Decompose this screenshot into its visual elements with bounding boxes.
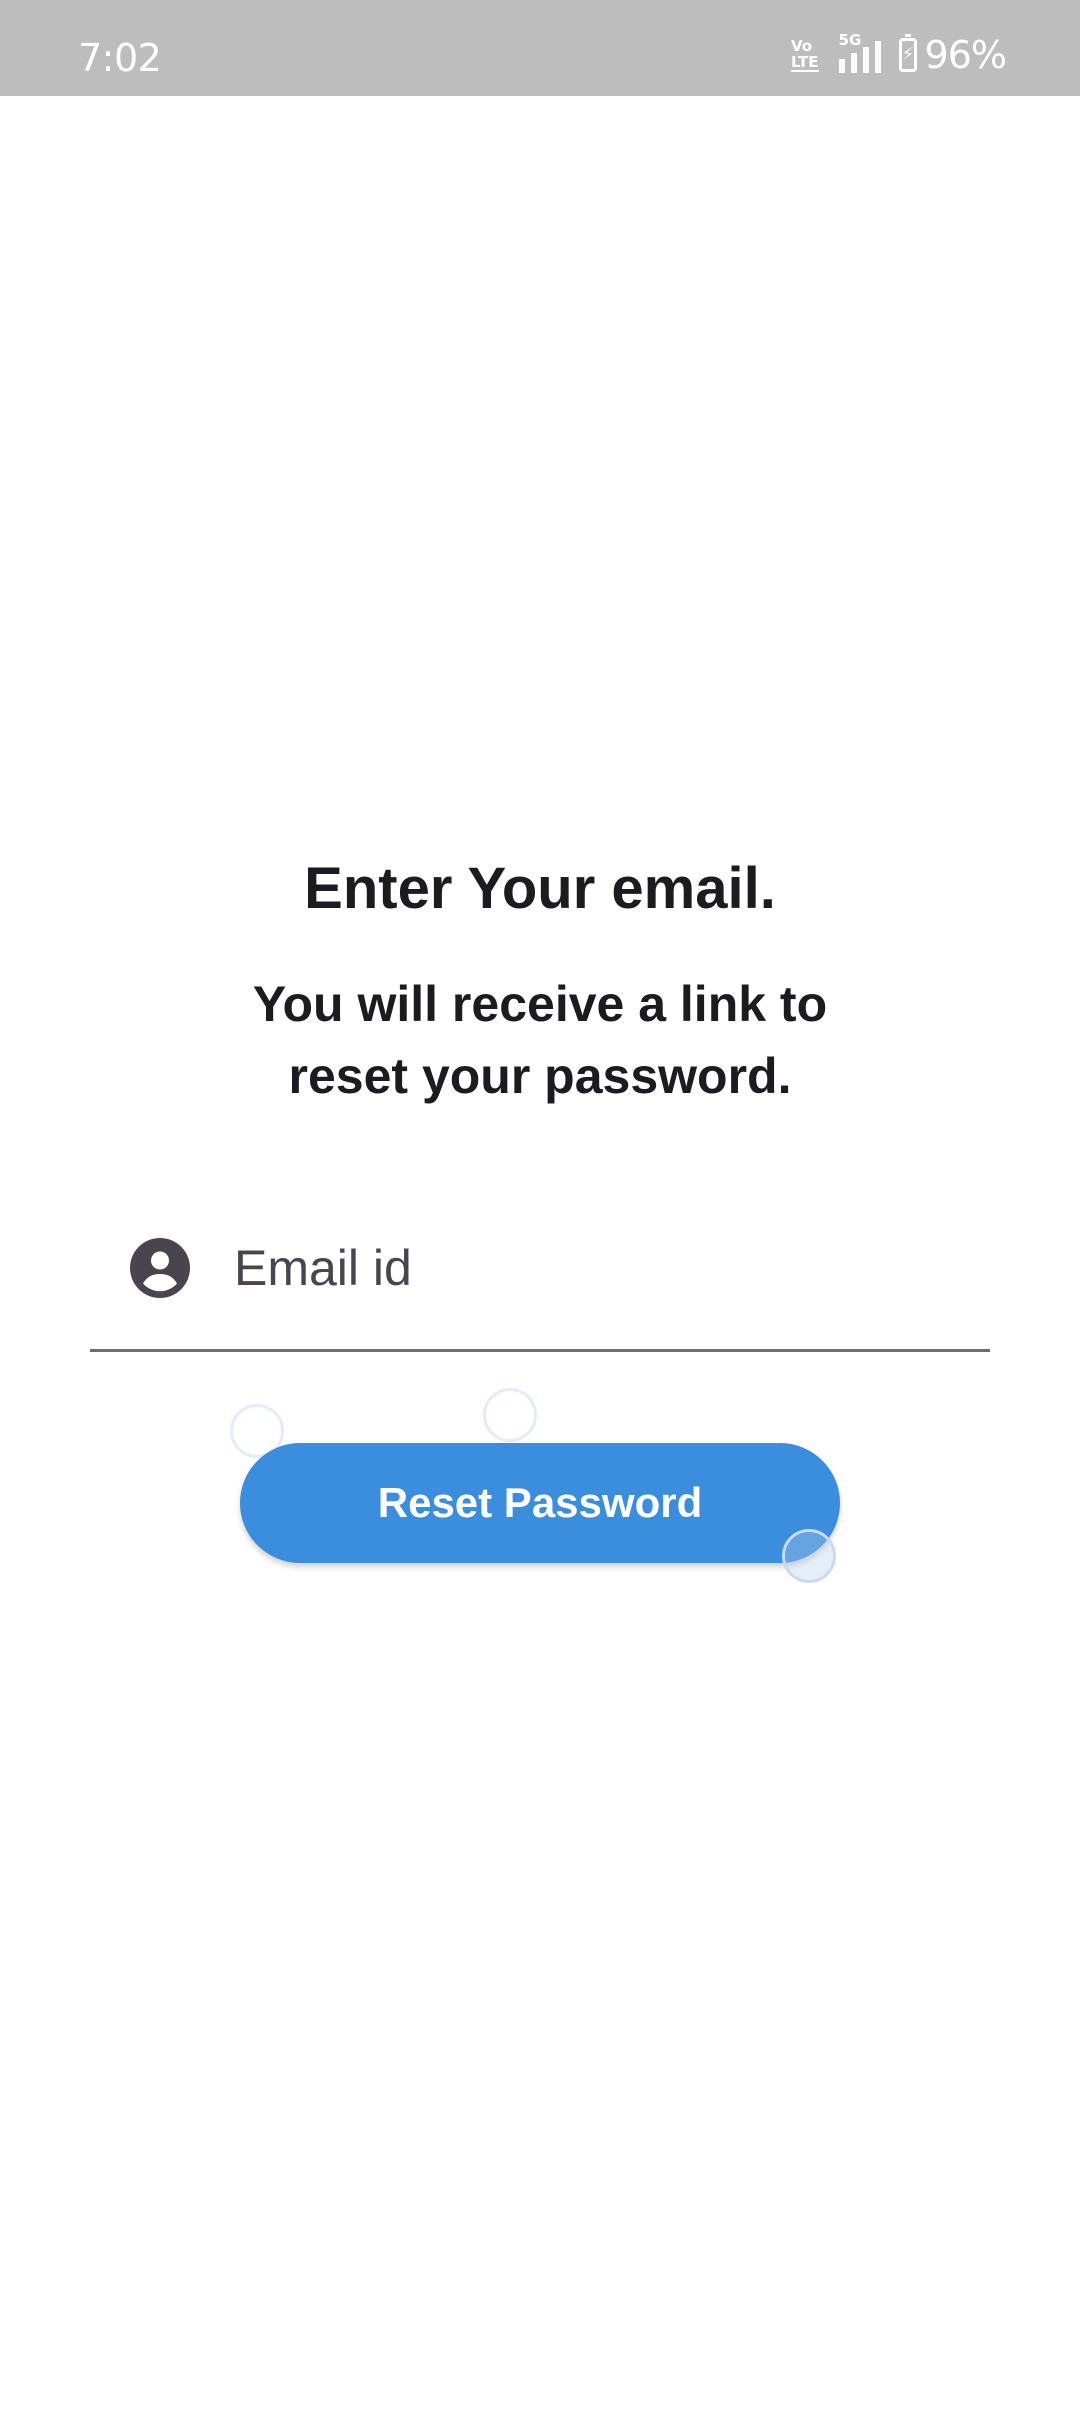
email-input[interactable] bbox=[234, 1230, 954, 1306]
reset-password-button[interactable]: Reset Password bbox=[240, 1443, 840, 1563]
battery-percent: 96% bbox=[924, 33, 1007, 77]
status-time: 7:02 bbox=[78, 36, 162, 80]
volte-label-bottom: LTE bbox=[790, 53, 819, 72]
instruction-line-1: You will receive a link to bbox=[252, 976, 828, 1032]
instruction-text: You will receive a link to reset your pa… bbox=[0, 968, 1080, 1112]
status-bar: 7:02 Vo LTE 5G ⚡ 96% bbox=[0, 0, 1080, 96]
battery-icon: ⚡ bbox=[898, 34, 917, 72]
status-icons: Vo LTE 5G ⚡ 96% bbox=[790, 30, 1007, 80]
volte-icon: Vo LTE bbox=[790, 38, 819, 72]
person-icon bbox=[130, 1238, 190, 1298]
decorative-bubble bbox=[782, 1529, 836, 1583]
signal-icon: 5G bbox=[838, 31, 889, 75]
network-type-label: 5G bbox=[838, 31, 862, 49]
email-field[interactable] bbox=[90, 1210, 990, 1352]
page-title: Enter Your email. bbox=[304, 856, 776, 921]
decorative-bubble bbox=[483, 1388, 537, 1442]
instruction-line-2: reset your password. bbox=[288, 1048, 792, 1104]
